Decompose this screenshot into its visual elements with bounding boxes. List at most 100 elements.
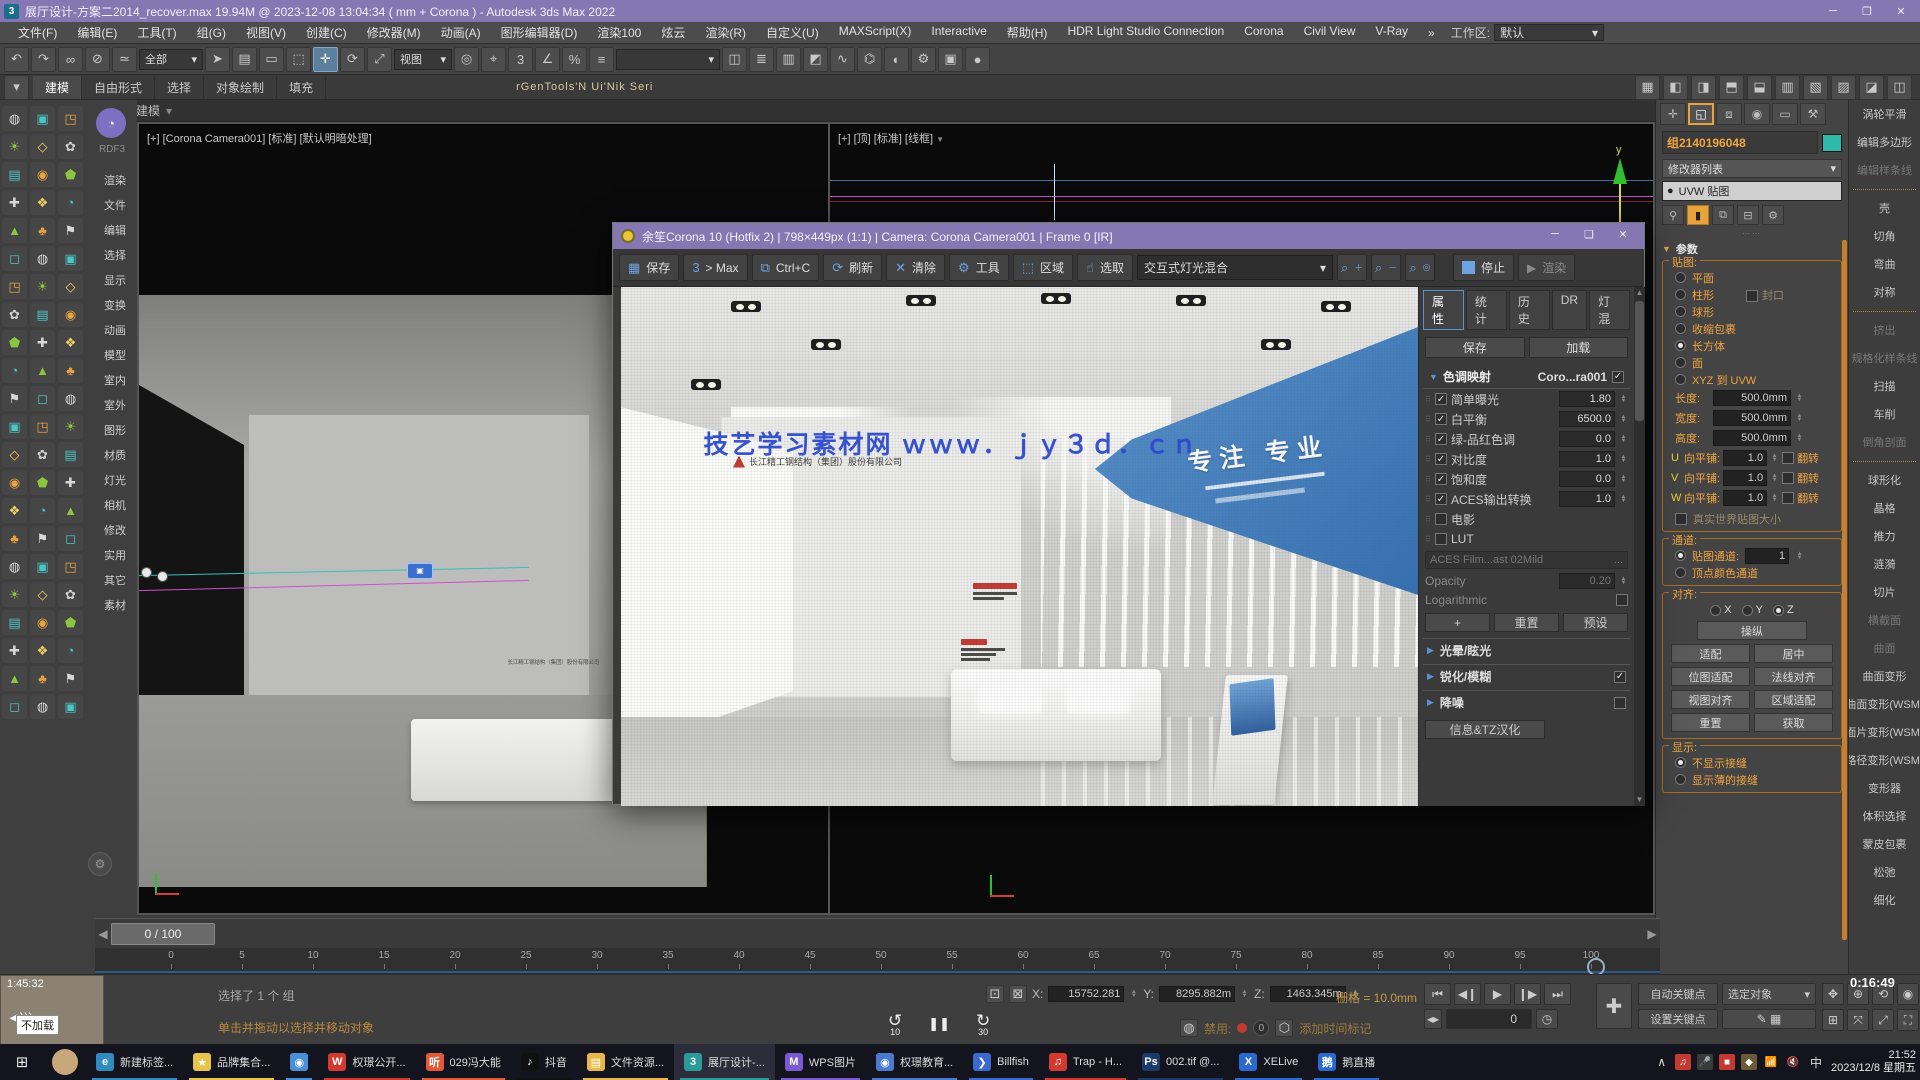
align-位图适配-button[interactable]: 位图适配 xyxy=(1671,667,1750,686)
taskbar-item-goose-live[interactable]: 鹅鹅直播 xyxy=(1308,1044,1385,1080)
dock-tool-icon[interactable]: ◉ xyxy=(2,470,27,495)
coord-field-z[interactable]: 1463.345m xyxy=(1270,986,1346,1002)
spinner-icon[interactable]: ▲▼ xyxy=(1619,455,1628,463)
denoise-section[interactable]: ▶降噪 xyxy=(1423,690,1630,714)
u-flip-checkbox[interactable] xyxy=(1782,452,1794,464)
dock-category-其它[interactable]: 其它 xyxy=(94,572,136,588)
ribbon-tool-icon[interactable]: ▧ xyxy=(1803,75,1828,100)
opacity-value[interactable]: 0.20 xyxy=(1559,573,1615,589)
ribbon-tool-icon[interactable]: ◪ xyxy=(1859,75,1884,100)
dock-tool-icon[interactable]: ⚑ xyxy=(30,526,55,551)
corona-tab-lightmix[interactable]: 灯混 xyxy=(1589,290,1630,330)
length-field[interactable]: 500.0mm xyxy=(1713,390,1791,406)
dock-tool-icon[interactable]: ☀ xyxy=(2,134,27,159)
corona-send-to-max-button[interactable]: 3> Max xyxy=(683,254,747,281)
menu-item-hdr-light-studio[interactable]: HDR Light Studio Connection xyxy=(1057,24,1234,41)
close-button[interactable]: ✕ xyxy=(1884,0,1918,22)
disc-icon[interactable]: ◍ xyxy=(1180,1019,1198,1037)
dock-tool-icon[interactable]: ◳ xyxy=(30,414,55,439)
corona-zoom-out-button[interactable]: ⌕－ xyxy=(1371,254,1401,281)
modifier-button-细化[interactable]: 细化 xyxy=(1849,886,1920,914)
corona-tab-properties[interactable]: 属性 xyxy=(1423,290,1464,330)
select-link-icon[interactable]: ∞ xyxy=(58,47,83,72)
saturation-value[interactable]: 0.0 xyxy=(1559,471,1615,487)
map-channel-radio[interactable] xyxy=(1675,550,1686,561)
time-slider-handle[interactable]: 0 / 100 xyxy=(111,923,215,945)
bind-to-spacewarp-icon[interactable]: ≃ xyxy=(112,47,137,72)
render-production-icon[interactable]: ● xyxy=(965,47,990,72)
taskbar-item-chrome[interactable]: ◉ xyxy=(280,1044,318,1080)
mirror-icon[interactable]: ◫ xyxy=(722,47,747,72)
menu-item-edit[interactable]: 编辑(E) xyxy=(67,24,127,41)
panel-tab-utilities[interactable]: ⚒ xyxy=(1800,103,1826,125)
modifier-button-推力[interactable]: 推力 xyxy=(1849,522,1920,550)
panel-tab-create[interactable]: ✛ xyxy=(1660,103,1686,125)
align-axis-Z[interactable] xyxy=(1773,605,1784,616)
ribbon-tab-freeform[interactable]: 自由形式 xyxy=(82,76,155,99)
dock-category-室外[interactable]: 室外 xyxy=(94,397,136,413)
dock-tool-icon[interactable]: ▤ xyxy=(2,162,27,187)
taskbar-item-photoshop[interactable]: Ps002.tif @... xyxy=(1132,1044,1229,1080)
dock-tool-icon[interactable]: ▣ xyxy=(30,106,55,131)
window-crossing-icon[interactable]: ⬚ xyxy=(286,47,311,72)
taskbar-item-edge[interactable]: e新建标签... xyxy=(86,1044,183,1080)
modifier-button-松弛[interactable]: 松弛 xyxy=(1849,858,1920,886)
modifier-button-弯曲[interactable]: 弯曲 xyxy=(1849,250,1920,278)
dock-tool-icon[interactable]: ◔ xyxy=(2,358,27,383)
map-option-radio-柱形[interactable] xyxy=(1675,289,1686,300)
dock-category-模型[interactable]: 模型 xyxy=(94,347,136,363)
walk-through-icon[interactable]: ⤧ xyxy=(1847,1009,1869,1031)
named-selection-dropdown[interactable]: ▾ xyxy=(616,49,720,70)
dock-tool-icon[interactable]: ⬟ xyxy=(58,610,83,635)
viewport-top-label[interactable]: [+] [顶] [标准] [线框] ▼ xyxy=(838,130,944,146)
show-end-result-icon[interactable]: ▮ xyxy=(1687,205,1709,225)
seam-radio-显示薄的接缝[interactable] xyxy=(1675,774,1686,785)
tray-mic-tray-icon[interactable]: 🎤 xyxy=(1697,1054,1713,1070)
spinner-icon[interactable]: ▲▼ xyxy=(1619,395,1628,403)
vertex-channel-radio[interactable] xyxy=(1675,567,1686,578)
tray-expand-icon[interactable]: ∧ xyxy=(1657,1055,1666,1069)
menu-item-help[interactable]: 帮助(H) xyxy=(997,24,1058,41)
dock-tool-icon[interactable]: ❖ xyxy=(30,638,55,663)
dock-tool-icon[interactable]: ◉ xyxy=(58,302,83,327)
green-magenta-value[interactable]: 0.0 xyxy=(1559,431,1615,447)
object-name-field[interactable]: 组2140196048 xyxy=(1662,131,1818,154)
dock-category-渲染[interactable]: 渲染 xyxy=(94,172,136,188)
ribbon-tab-modeling[interactable]: 建模 xyxy=(33,76,82,99)
undo-icon[interactable]: ↶ xyxy=(4,47,29,72)
menu-item-render100[interactable]: 渲染100 xyxy=(587,24,651,41)
ref-coord-dropdown[interactable]: 视图▾ xyxy=(394,49,452,70)
ribbon-tool-icon[interactable]: ◨ xyxy=(1691,75,1716,100)
workspace-dropdown[interactable]: 默认▾ xyxy=(1494,24,1604,41)
menu-item-tools[interactable]: 工具(T) xyxy=(127,24,186,41)
corona-minimize-button[interactable]: ─ xyxy=(1538,223,1572,245)
panel-tab-modify[interactable]: ◱ xyxy=(1688,103,1714,125)
ribbon-tool-icon[interactable]: ▦ xyxy=(1635,75,1660,100)
u-tile-field[interactable]: 1.0 xyxy=(1723,450,1767,466)
angle-snap-icon[interactable]: ∠ xyxy=(535,47,560,72)
dock-tool-icon[interactable]: ◉ xyxy=(30,162,55,187)
dock-tool-icon[interactable]: ♣ xyxy=(2,526,27,551)
tray-wechat-tray-icon[interactable]: ◆ xyxy=(1741,1054,1757,1070)
dolly-view-icon[interactable]: ⤢ xyxy=(1872,1009,1894,1031)
map-option-radio-XYZ 到 UVW[interactable] xyxy=(1675,374,1686,385)
previous-frame-icon[interactable]: ◀❙ xyxy=(1454,983,1481,1005)
start-button[interactable]: ⊞ xyxy=(0,1044,44,1080)
dock-tool-icon[interactable]: ◉ xyxy=(30,610,55,635)
selection-filter-dropdown[interactable]: 全部▾ xyxy=(139,49,203,70)
tone-mapping-header[interactable]: ▼ 色调映射 Coro...ra001 ✓ xyxy=(1423,362,1630,389)
use-pivot-center-icon[interactable]: ◎ xyxy=(454,47,479,72)
taskbar-clock[interactable]: 21:52 2023/12/8 星期五 xyxy=(1831,1049,1916,1075)
spinner-icon[interactable]: ▲▼ xyxy=(1770,454,1779,462)
modifier-button-切片[interactable]: 切片 xyxy=(1849,578,1920,606)
modifier-button-面片变形(WSM)[interactable]: 面片变形(WSM) xyxy=(1849,718,1920,746)
corona-panel-scrollbar[interactable]: ▲ ▼ xyxy=(1634,287,1645,806)
dock-tool-icon[interactable]: ❖ xyxy=(30,190,55,215)
go-to-start-icon[interactable]: ⏮ xyxy=(1424,983,1451,1005)
manipulate-button[interactable]: 操纵 xyxy=(1697,621,1807,640)
dock-tool-icon[interactable]: ⬟ xyxy=(30,470,55,495)
key-mode-clock-icon[interactable]: ◷ xyxy=(1536,1009,1558,1029)
make-unique-icon[interactable]: ⧉ xyxy=(1712,205,1734,225)
schematic-view-icon[interactable]: ⌬ xyxy=(857,47,882,72)
track-bar-ruler[interactable]: 0510152025303540455055606570758085909510… xyxy=(95,948,1660,974)
